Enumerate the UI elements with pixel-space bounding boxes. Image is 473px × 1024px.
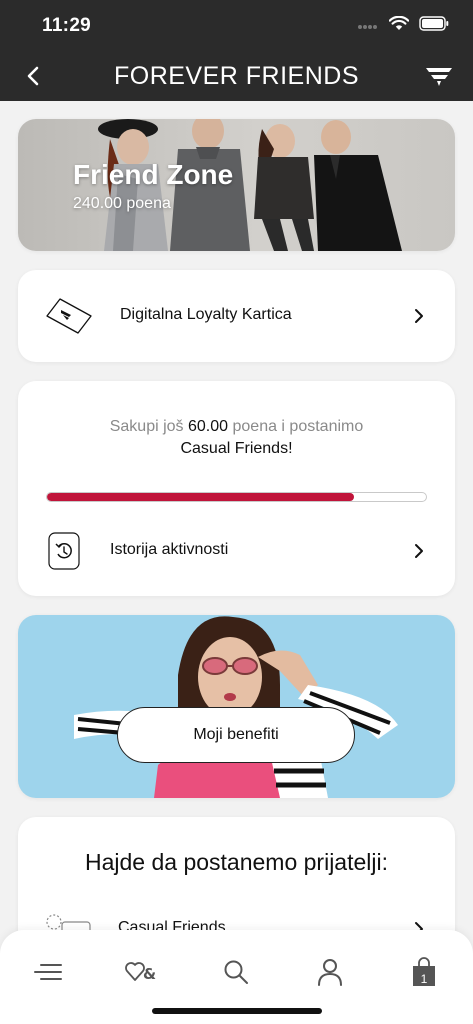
status-icons xyxy=(357,15,449,36)
history-label: Istorija aktivnosti xyxy=(110,541,229,558)
chevron-right-icon xyxy=(413,306,425,326)
svg-text:&: & xyxy=(143,965,156,983)
battery-icon xyxy=(419,16,449,36)
tab-bag[interactable]: 1 xyxy=(404,952,444,992)
loyalty-card-label: Digitalna Loyalty Kartica xyxy=(120,306,292,323)
activity-history-row[interactable]: Istorija aktivnosti xyxy=(18,521,455,581)
wifi-icon xyxy=(388,15,410,36)
nav-bar: FOREVER FRIENDS xyxy=(0,50,473,101)
brand-logo-icon xyxy=(426,68,452,86)
history-icon xyxy=(48,531,80,571)
my-benefits-button[interactable]: Moji benefiti xyxy=(117,707,355,763)
brand-logo-button[interactable] xyxy=(423,63,455,89)
status-bar: 11:29 xyxy=(0,0,473,50)
progress-bar-fill xyxy=(47,493,354,501)
benefits-card: Moji benefiti xyxy=(18,615,455,798)
loyalty-card-icon xyxy=(44,294,94,338)
signal-icon xyxy=(357,17,379,35)
progress-suffix: poena i postanimo xyxy=(228,418,364,435)
home-indicator xyxy=(152,1008,322,1014)
profile-icon xyxy=(318,959,342,986)
tier-progress-text: Sakupi još 60.00 poena i postanimo Casua… xyxy=(18,416,455,460)
wishlist-icon: & xyxy=(125,962,156,983)
progress-prefix: Sakupi još xyxy=(109,418,188,435)
tab-profile[interactable] xyxy=(310,952,350,992)
menu-icon xyxy=(34,964,62,980)
tab-menu[interactable] xyxy=(28,952,68,992)
tab-search[interactable] xyxy=(216,952,256,992)
friend-zone-card[interactable]: Friend Zone 240.00 poena xyxy=(18,119,455,251)
bag-count-badge: 1 xyxy=(420,972,428,986)
status-time: 11:29 xyxy=(42,15,92,36)
loyalty-card-row[interactable]: Digitalna Loyalty Kartica xyxy=(18,270,455,362)
hero-title: Friend Zone xyxy=(73,159,234,190)
chevron-right-icon xyxy=(413,541,425,561)
progress-points: 60.00 xyxy=(188,418,229,435)
tab-wishlist[interactable]: & xyxy=(122,952,162,992)
search-icon xyxy=(224,960,248,984)
hero-points: 240.00 poena xyxy=(73,195,171,212)
progress-bar xyxy=(46,492,427,502)
tier-progress-card: Sakupi još 60.00 poena i postanimo Casua… xyxy=(18,381,455,596)
progress-tier: Casual Friends! xyxy=(180,440,293,457)
page-title: FOREVER FRIENDS xyxy=(113,62,360,90)
friendship-tiers-title: Hajde da postanemo prijatelji: xyxy=(84,849,388,875)
